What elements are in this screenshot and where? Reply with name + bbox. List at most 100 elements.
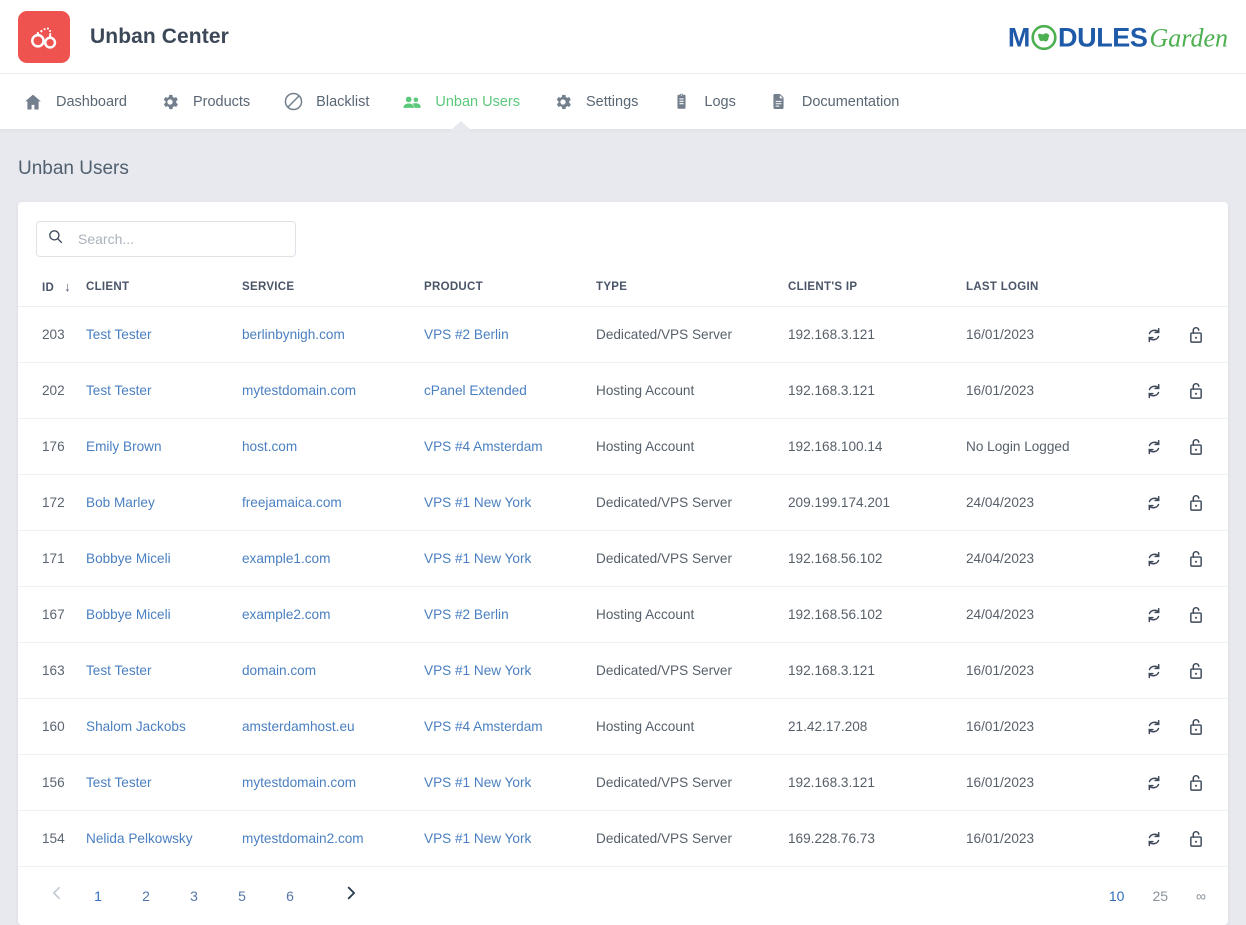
service-link[interactable]: host.com xyxy=(242,439,297,454)
client-link[interactable]: Bobbye Miceli xyxy=(86,607,171,622)
cell-type: Hosting Account xyxy=(596,362,788,419)
nav-item-settings[interactable]: Settings xyxy=(536,74,654,130)
page-title: Unban Center xyxy=(90,24,229,48)
cell-service: domain.com xyxy=(242,642,424,699)
column-header-product[interactable]: PRODUCT xyxy=(424,267,596,307)
cell-clients-ip: 21.42.17.208 xyxy=(788,698,966,755)
product-link[interactable]: VPS #1 New York xyxy=(424,663,531,678)
per-page-option-10[interactable]: 10 xyxy=(1109,888,1125,904)
per-page-option-25[interactable]: 25 xyxy=(1152,888,1168,904)
page-number-5[interactable]: 5 xyxy=(230,888,254,904)
unlock-icon[interactable] xyxy=(1186,660,1206,681)
product-link[interactable]: VPS #2 Berlin xyxy=(424,327,509,342)
product-link[interactable]: VPS #2 Berlin xyxy=(424,607,509,622)
unlock-icon[interactable] xyxy=(1186,548,1206,569)
sync-icon[interactable] xyxy=(1144,437,1164,457)
unlock-icon[interactable] xyxy=(1186,380,1206,401)
nav-item-products[interactable]: Products xyxy=(143,74,266,130)
table-row: 163 Test Tester domain.com VPS #1 New York D… xyxy=(18,642,1228,699)
service-link[interactable]: amsterdamhost.eu xyxy=(242,719,355,734)
cell-type: Dedicated/VPS Server xyxy=(596,754,788,811)
unlock-icon[interactable] xyxy=(1186,492,1206,513)
page-number-3[interactable]: 3 xyxy=(182,888,206,904)
service-link[interactable]: example2.com xyxy=(242,607,330,622)
service-link[interactable]: mytestdomain.com xyxy=(242,775,356,790)
product-link[interactable]: VPS #1 New York xyxy=(424,831,531,846)
product-link[interactable]: VPS #1 New York xyxy=(424,775,531,790)
service-link[interactable]: berlinbynigh.com xyxy=(242,327,345,342)
nav-item-dashboard[interactable]: Dashboard xyxy=(6,74,143,130)
cell-actions xyxy=(1136,306,1228,363)
product-link[interactable]: VPS #4 Amsterdam xyxy=(424,719,543,734)
cell-product: VPS #1 New York xyxy=(424,474,596,531)
nav-item-documentation[interactable]: Documentation xyxy=(752,74,916,130)
product-link[interactable]: VPS #1 New York xyxy=(424,495,531,510)
cell-service: berlinbynigh.com xyxy=(242,306,424,363)
chevron-right-icon[interactable] xyxy=(338,885,362,907)
cell-product: VPS #4 Amsterdam xyxy=(424,418,596,475)
sync-icon[interactable] xyxy=(1144,829,1164,849)
globe-icon xyxy=(1031,24,1057,55)
client-link[interactable]: Bobbye Miceli xyxy=(86,551,171,566)
service-link[interactable]: example1.com xyxy=(242,551,330,566)
column-header-clients-ip[interactable]: CLIENT'S IP xyxy=(788,267,966,307)
sync-icon[interactable] xyxy=(1144,493,1164,513)
product-link[interactable]: VPS #1 New York xyxy=(424,551,531,566)
cell-product: VPS #2 Berlin xyxy=(424,306,596,363)
product-link[interactable]: VPS #4 Amsterdam xyxy=(424,439,543,454)
service-link[interactable]: domain.com xyxy=(242,663,316,678)
service-link[interactable]: freejamaica.com xyxy=(242,495,342,510)
service-link[interactable]: mytestdomain.com xyxy=(242,383,356,398)
unlock-icon[interactable] xyxy=(1186,324,1206,345)
cell-id: 156 xyxy=(18,754,86,811)
column-header-client[interactable]: CLIENT xyxy=(86,267,242,307)
cell-client: Test Tester xyxy=(86,306,242,363)
modulesgarden-logo: M DULES Garden xyxy=(1008,20,1228,53)
column-header-id[interactable]: ID ↓ xyxy=(18,267,86,307)
column-header-last-login[interactable]: LAST LOGIN xyxy=(966,267,1136,307)
client-link[interactable]: Test Tester xyxy=(86,775,151,790)
sync-icon[interactable] xyxy=(1144,717,1164,737)
page-number-2[interactable]: 2 xyxy=(134,888,158,904)
nav-item-logs[interactable]: Logs xyxy=(654,74,751,130)
cell-type: Dedicated/VPS Server xyxy=(596,810,788,867)
client-link[interactable]: Test Tester xyxy=(86,383,151,398)
page-number-6[interactable]: 6 xyxy=(278,888,302,904)
product-link[interactable]: cPanel Extended xyxy=(424,383,527,398)
client-link[interactable]: Emily Brown xyxy=(86,439,162,454)
sync-icon[interactable] xyxy=(1144,773,1164,793)
cell-client: Emily Brown xyxy=(86,418,242,475)
gear-icon xyxy=(159,91,181,113)
service-link[interactable]: mytestdomain2.com xyxy=(242,831,364,846)
cell-last-login: 16/01/2023 xyxy=(966,362,1136,419)
unlock-icon[interactable] xyxy=(1186,436,1206,457)
cell-type: Dedicated/VPS Server xyxy=(596,306,788,363)
table-row: 156 Test Tester mytestdomain.com VPS #1 New… xyxy=(18,754,1228,811)
chevron-left-icon[interactable] xyxy=(44,885,68,907)
unlock-icon[interactable] xyxy=(1186,772,1206,793)
unlock-icon[interactable] xyxy=(1186,716,1206,737)
client-link[interactable]: Nelida Pelkowsky xyxy=(86,831,193,846)
unlock-icon[interactable] xyxy=(1186,828,1206,849)
sync-icon[interactable] xyxy=(1144,605,1164,625)
search-input[interactable] xyxy=(76,230,285,248)
sync-icon[interactable] xyxy=(1144,661,1164,681)
column-header-type[interactable]: TYPE xyxy=(596,267,788,307)
client-link[interactable]: Test Tester xyxy=(86,327,151,342)
page-number-1[interactable]: 1 xyxy=(86,888,110,904)
column-header-service[interactable]: SERVICE xyxy=(242,267,424,307)
nav-item-unban-users[interactable]: Unban Users xyxy=(385,74,536,131)
unlock-icon[interactable] xyxy=(1186,604,1206,625)
client-link[interactable]: Shalom Jackobs xyxy=(86,719,186,734)
sort-arrow-icon[interactable]: ↓ xyxy=(64,279,71,294)
nav-item-blacklist[interactable]: Blacklist xyxy=(266,74,385,130)
client-link[interactable]: Test Tester xyxy=(86,663,151,678)
client-link[interactable]: Bob Marley xyxy=(86,495,155,510)
cell-last-login: 16/01/2023 xyxy=(966,810,1136,867)
search-box[interactable] xyxy=(36,221,296,257)
sync-icon[interactable] xyxy=(1144,549,1164,569)
sync-icon[interactable] xyxy=(1144,381,1164,401)
cell-type: Hosting Account xyxy=(596,418,788,475)
per-page-option-∞[interactable]: ∞ xyxy=(1196,888,1206,904)
sync-icon[interactable] xyxy=(1144,325,1164,345)
